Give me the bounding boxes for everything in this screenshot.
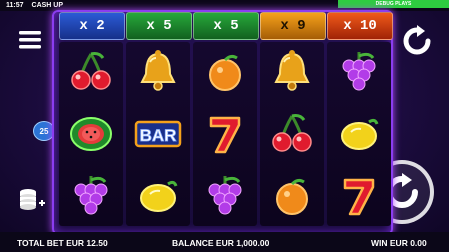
multiplier-1: x 2: [59, 12, 125, 40]
autoplay-icon: [403, 25, 431, 55]
symbol-lemon: [126, 166, 190, 226]
win-amount: WIN EUR 0.00: [371, 238, 427, 248]
multiplier-5: x 10: [327, 12, 393, 40]
symbol-bell: [126, 42, 190, 102]
symbol-watermelon: [59, 104, 123, 164]
coins-icon: [20, 189, 45, 210]
total-bet: TOTAL BET EUR 12.50: [17, 238, 108, 248]
symbol-cherries: [59, 42, 123, 102]
symbol-seven: [193, 104, 257, 164]
bottom-bar: TOTAL BET EUR 12.50 BALANCE EUR 1,000.00…: [0, 232, 449, 252]
symbol-grapes: [193, 166, 257, 226]
debug-badge: DEBUG PLAYS: [338, 0, 449, 8]
menu-button[interactable]: [17, 28, 43, 52]
balance: BALANCE EUR 1,000.00: [172, 238, 270, 248]
bet-button[interactable]: [17, 186, 47, 214]
autoplay-button[interactable]: [400, 24, 434, 58]
svg-text:BAR: BAR: [140, 126, 177, 145]
multiplier-2: x 5: [126, 12, 192, 40]
symbol-grapes: [59, 166, 123, 226]
hamburger-icon: [19, 31, 41, 49]
symbol-bar: BAR: [126, 104, 190, 164]
symbol-grapes: [327, 42, 391, 102]
symbol-lemon: [327, 104, 391, 164]
clock: 11:57: [6, 2, 24, 9]
symbol-orange: [193, 42, 257, 102]
multiplier-3: x 5: [193, 12, 259, 40]
app-title: CASH UP: [31, 2, 64, 9]
symbol-bell: [260, 42, 324, 102]
symbol-cherries: [260, 104, 324, 164]
symbol-seven: [327, 166, 391, 226]
paylines-count: 25: [39, 126, 49, 136]
symbol-orange: [260, 166, 324, 226]
multiplier-4: x 9: [260, 12, 326, 40]
